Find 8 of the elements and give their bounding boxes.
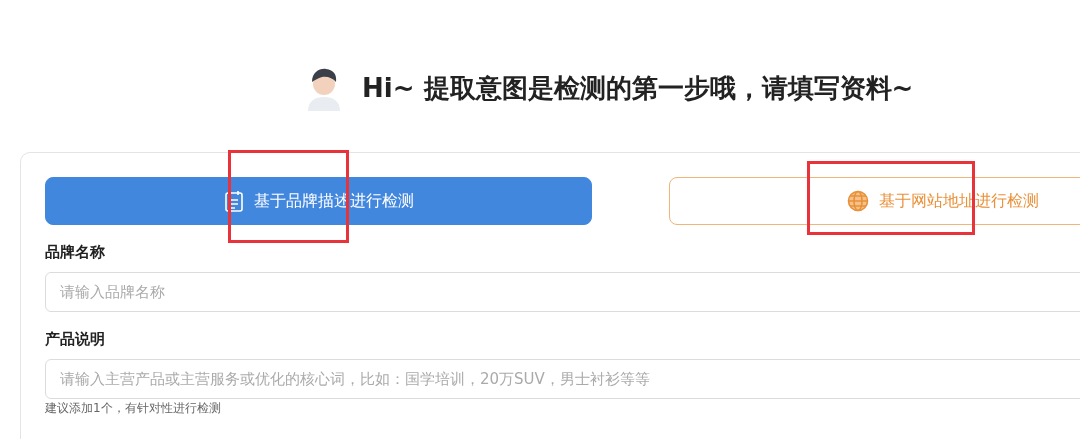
input-field[interactable]: 请输入主营产品或主营服务或优化的核心词，比如：国学培训，20万SUV，男士衬衫等等 [45, 359, 1080, 399]
clipboard-icon [223, 190, 244, 212]
page-title: Hi~ 提取意图是检测的第一步哦，请填写资料~ [362, 71, 914, 105]
hint-text: 建议添加1个，有针对性进行检测 [45, 401, 222, 415]
globe-icon [846, 190, 869, 212]
field-label: 品牌名称 [45, 243, 106, 262]
input-field[interactable]: 请输入品牌名称 [45, 272, 1080, 312]
field-label: 产品说明 [45, 330, 106, 349]
